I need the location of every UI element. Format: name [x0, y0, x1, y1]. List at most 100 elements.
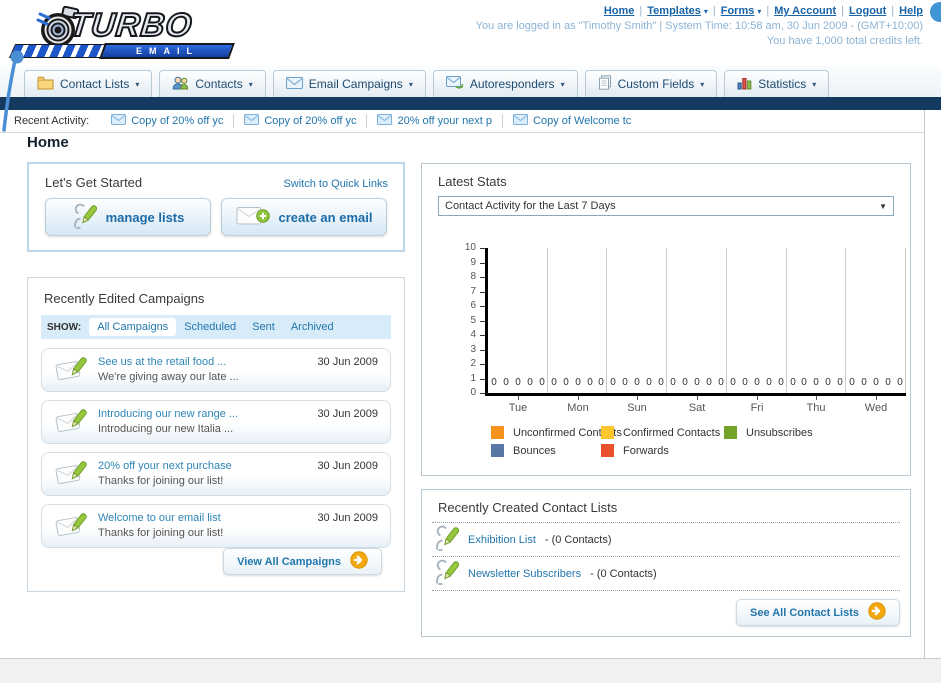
campaign-row[interactable]: Introducing our new range ... Introducing…: [41, 400, 391, 444]
legend-swatch: [601, 426, 614, 439]
x-axis-tick: [816, 396, 817, 400]
data-value-label: 0: [778, 377, 784, 388]
y-axis-tick: [480, 364, 485, 365]
help-bubble-icon[interactable]: [930, 2, 941, 22]
pages-icon: [598, 75, 612, 93]
view-all-campaigns-button[interactable]: View All Campaigns: [223, 548, 382, 575]
top-link-my-account[interactable]: My Account: [774, 5, 836, 17]
tab-email-campaigns[interactable]: Email Campaigns ▾: [272, 70, 426, 97]
arrow-circle-icon: [350, 551, 368, 572]
top-link-templates[interactable]: Templates: [647, 5, 701, 17]
tab-contact-lists[interactable]: Contact Lists ▾: [24, 70, 153, 97]
stats-period-select[interactable]: Contact Activity for the Last 7 Days ▼: [438, 196, 894, 216]
logo-banner: EMAIL: [99, 43, 235, 59]
top-link-help[interactable]: Help: [899, 5, 923, 17]
campaign-row[interactable]: See us at the retail food ... We're givin…: [41, 348, 391, 392]
top-right-block: Home | Templates ▾ | Forms ▾ | My Account | Logout…: [476, 5, 923, 47]
navy-divider-bar: [0, 97, 941, 110]
gridline: [726, 248, 727, 393]
x-axis-label: Tue: [508, 402, 528, 414]
y-axis-label: 2: [470, 358, 476, 369]
legend-item: Confirmed Contacts: [601, 426, 720, 439]
data-value-label: 0: [766, 377, 772, 388]
contact-list-row[interactable]: Exhibition List - (0 Contacts): [422, 523, 910, 556]
top-link-logout[interactable]: Logout: [849, 5, 886, 17]
envelope-pencil-icon: [54, 511, 88, 542]
view-all-campaigns-label: View All Campaigns: [237, 555, 341, 568]
show-label: SHOW:: [47, 321, 82, 333]
gridline: [606, 248, 607, 393]
filter-all-campaigns[interactable]: All Campaigns: [89, 318, 177, 336]
campaign-row[interactable]: Welcome to our email list Thanks for join…: [41, 504, 391, 548]
tab-contacts[interactable]: Contacts ▾: [159, 70, 266, 97]
campaign-title-link[interactable]: See us at the retail food ...: [98, 355, 307, 370]
contacts-icon: [172, 76, 189, 93]
latest-stats-panel: Latest Stats Contact Activity for the La…: [421, 163, 911, 476]
recent-activity-item[interactable]: Copy of 20% off yc: [101, 114, 235, 128]
data-value-label: 0: [575, 377, 581, 388]
recent-activity-item[interactable]: 20% off your next p: [367, 114, 504, 128]
envelope-pencil-icon: [54, 355, 88, 386]
see-all-contact-lists-button[interactable]: See All Contact Lists: [735, 599, 900, 626]
tab-label: Autoresponders: [469, 77, 555, 91]
recent-activity-item[interactable]: Copy of Welcome tc: [503, 114, 641, 128]
data-value-label: 0: [885, 377, 891, 388]
campaign-title-link[interactable]: Introducing our new range ...: [98, 407, 307, 422]
campaign-subtitle: Thanks for joining our list!: [98, 527, 224, 539]
campaign-subtitle: Introducing our new Italia ...: [98, 423, 234, 435]
filter-scheduled[interactable]: Scheduled: [176, 318, 244, 336]
y-axis-label: 7: [470, 286, 476, 297]
recent-activity-item[interactable]: Copy of 20% off yc: [234, 114, 368, 128]
envelope-plus-icon: [236, 204, 270, 231]
x-axis-tick: [697, 396, 698, 400]
top-link-home[interactable]: Home: [604, 5, 635, 17]
tab-label: Custom Fields: [617, 77, 695, 91]
campaign-row[interactable]: 20% off your next purchase Thanks for joi…: [41, 452, 391, 496]
tab-label: Contact Lists: [60, 77, 130, 91]
data-value-label: 0: [730, 377, 736, 388]
legend-label: Bounces: [513, 444, 556, 457]
top-header: TURBO EMAIL Home | Templates ▾ | Forms ▾ | My Ac…: [0, 0, 941, 66]
campaigns-panel-title: Recently Edited Campaigns: [44, 291, 205, 306]
switch-to-quick-links-link[interactable]: Switch to Quick Links: [283, 178, 388, 190]
data-value-label: 0: [694, 377, 700, 388]
x-axis-label: Thu: [806, 402, 826, 414]
data-value-label: 0: [849, 377, 855, 388]
manage-lists-label: manage lists: [105, 209, 185, 225]
person-pencil-icon: [434, 558, 460, 589]
contact-list-link[interactable]: Exhibition List: [468, 534, 536, 546]
data-value-label: 0: [813, 377, 819, 388]
recent-activity-link: Copy of Welcome tc: [533, 115, 632, 127]
chevron-down-icon: ▾: [248, 79, 253, 89]
campaign-subtitle: We're giving away our late ...: [98, 371, 239, 383]
contact-list-row[interactable]: Newsletter Subscribers - (0 Contacts): [422, 557, 910, 590]
y-axis-label: 1: [470, 373, 476, 384]
tab-autoresponders[interactable]: Autoresponders ▾: [432, 70, 578, 97]
contact-list-link[interactable]: Newsletter Subscribers: [468, 568, 581, 580]
campaign-text: 20% off your next purchase Thanks for joi…: [98, 459, 307, 490]
top-link-forms[interactable]: Forms: [721, 5, 755, 17]
campaign-subtitle: Thanks for joining our list!: [98, 475, 224, 487]
legend-label: Unsubscribes: [746, 426, 813, 439]
chevron-down-icon: ▾: [135, 79, 140, 89]
get-started-panel: Let's Get Started Switch to Quick Links …: [27, 162, 405, 252]
filter-archived[interactable]: Archived: [283, 318, 342, 336]
nav-separator: |: [766, 5, 770, 17]
nav-separator: |: [712, 5, 716, 17]
data-value-label: 0: [825, 377, 831, 388]
chevron-down-icon: ▾: [408, 79, 413, 89]
data-value-label: 0: [837, 377, 843, 388]
filter-sent[interactable]: Sent: [244, 318, 283, 336]
manage-lists-button[interactable]: manage lists: [45, 198, 211, 236]
y-axis-label: 6: [470, 300, 476, 311]
tab-statistics[interactable]: Statistics ▾: [724, 70, 830, 97]
create-an-email-button[interactable]: create an email: [221, 198, 387, 236]
y-axis-tick: [480, 263, 485, 264]
recent-activity-items: Copy of 20% off yc Copy of 20% off yc 20% …: [101, 114, 641, 128]
campaign-title-link[interactable]: 20% off your next purchase: [98, 459, 307, 474]
data-value-label: 0: [718, 377, 724, 388]
data-value-label: 0: [551, 377, 557, 388]
nav-separator: |: [891, 5, 895, 17]
tab-custom-fields[interactable]: Custom Fields ▾: [584, 70, 718, 97]
campaign-title-link[interactable]: Welcome to our email list: [98, 511, 307, 526]
